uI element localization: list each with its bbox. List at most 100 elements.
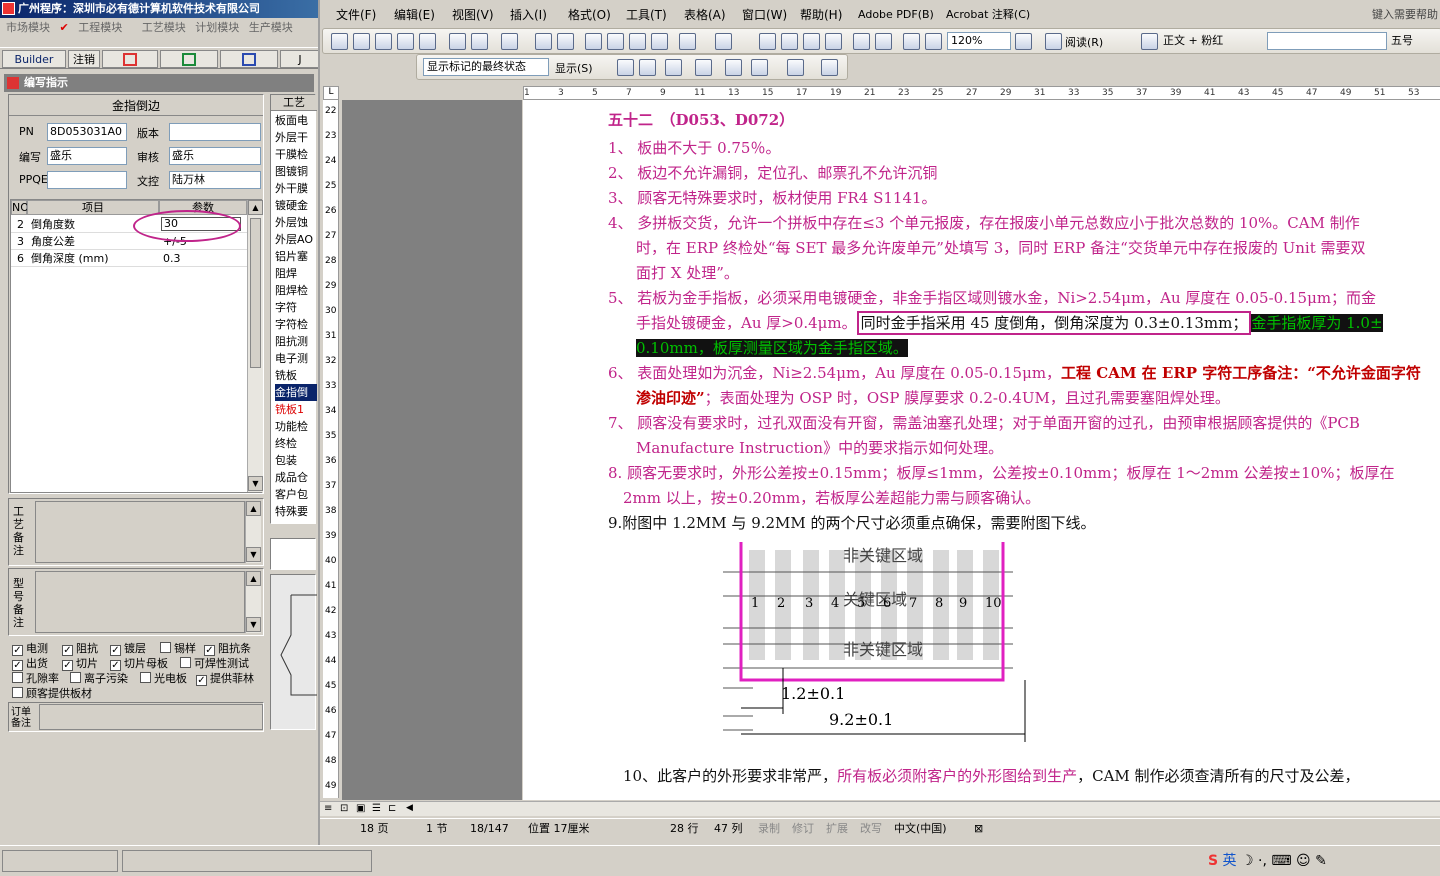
export-pdf-button[interactable] <box>102 50 158 68</box>
process-remark-field[interactable] <box>35 501 245 563</box>
checkbox-option[interactable]: ✓ 阻抗条 <box>204 640 251 656</box>
reject-change-icon[interactable] <box>695 59 712 76</box>
ime-user-icon[interactable]: ☺ <box>1296 853 1311 869</box>
process-item[interactable]: 外层AO <box>275 231 317 248</box>
process-item[interactable]: 成品仓 <box>275 469 317 486</box>
hyperlink-icon[interactable] <box>759 33 776 50</box>
menu-table[interactable]: 表格(A) <box>684 4 726 26</box>
remark-scrollbar[interactable]: ▲ ▼ <box>245 571 261 633</box>
checkbox-option[interactable]: 锡样 <box>160 640 196 656</box>
zoom-select[interactable]: 120% <box>947 32 1011 50</box>
checkbox-option[interactable]: 光电板 <box>140 670 187 686</box>
checkbox-option[interactable]: ✓ 阻抗 <box>62 640 98 656</box>
previous-change-icon[interactable] <box>617 59 634 76</box>
remark-scrollbar[interactable]: ▲ ▼ <box>245 501 261 563</box>
process-item[interactable]: 板面电 <box>275 112 317 129</box>
status-overtype[interactable]: 改写 <box>860 819 882 839</box>
process-item[interactable]: 铝片塞 <box>275 248 317 265</box>
checkbox-option[interactable]: ✓ 提供菲林 <box>196 670 254 686</box>
document-page[interactable]: 五十二 （D053、D072） 1、 板曲不大于 0.75％。 2、 板边不允许… <box>523 100 1440 800</box>
ime-bar[interactable]: S 英 ☽ ·, ⌨ ☺ ✎ <box>1208 850 1358 872</box>
ppqe-field[interactable] <box>47 171 127 189</box>
taskbar-slot-2[interactable] <box>122 850 372 872</box>
menu-insert[interactable]: 插入(I) <box>510 4 547 26</box>
redo-icon[interactable] <box>715 33 732 50</box>
more-toolbar-button[interactable]: J <box>280 50 318 68</box>
process-item[interactable]: 镀硬金 <box>275 197 317 214</box>
table-row[interactable]: 6 倒角深度 (mm) 0.3 <box>11 250 247 267</box>
export-word-button[interactable] <box>220 50 278 68</box>
reading-view-icon[interactable]: ⊏ <box>388 803 396 814</box>
menu-tools[interactable]: 工具(T) <box>626 4 667 26</box>
markup-view-select[interactable]: 显示标记的最终状态 <box>423 58 549 76</box>
ime-punct-icon[interactable]: ·, <box>1258 853 1267 869</box>
styles-icon[interactable] <box>1141 33 1158 50</box>
menu-format[interactable]: 格式(O) <box>568 4 611 26</box>
normal-view-icon[interactable]: ≡ <box>324 803 332 814</box>
spelling-status-icon[interactable]: ⊠ <box>974 819 983 839</box>
insert-excel-icon[interactable] <box>825 33 842 50</box>
read-mode-icon[interactable] <box>1045 33 1062 50</box>
font-size-select[interactable]: 五号 <box>1391 32 1440 50</box>
status-track[interactable]: 修订 <box>792 819 814 839</box>
version-field[interactable] <box>169 123 261 141</box>
menu-market-module[interactable]: 市场模块 <box>6 21 50 34</box>
print-preview-icon[interactable] <box>471 33 488 50</box>
order-remark-field[interactable] <box>39 704 263 730</box>
permission-icon[interactable] <box>397 33 414 50</box>
checkbox-box-icon[interactable] <box>70 672 81 683</box>
process-item[interactable]: 包装 <box>275 452 317 469</box>
process-item[interactable]: 外层干 <box>275 129 317 146</box>
checkbox-option[interactable]: ✓ 电测 <box>12 640 48 656</box>
status-record[interactable]: 录制 <box>758 819 780 839</box>
menu-engineering-module[interactable]: ✔ 工程模块 <box>60 21 123 34</box>
accept-change-icon[interactable] <box>665 59 682 76</box>
tab-selector[interactable]: L <box>323 86 339 100</box>
process-item[interactable]: 阻抗测 <box>275 333 317 350</box>
checkbox-box-icon[interactable] <box>140 672 151 683</box>
scroll-up-arrow-icon[interactable]: ▲ <box>246 571 261 586</box>
menu-view[interactable]: 视图(V) <box>452 4 494 26</box>
cut-icon[interactable] <box>585 33 602 50</box>
scroll-down-arrow-icon[interactable]: ▼ <box>246 617 261 632</box>
print-icon[interactable] <box>449 33 466 50</box>
tables-borders-icon[interactable] <box>781 33 798 50</box>
checkbox-option[interactable]: 离子污染 <box>70 670 128 686</box>
ime-tools-icon[interactable]: ✎ <box>1315 853 1327 869</box>
reviewing-pane-icon[interactable] <box>821 59 838 76</box>
scroll-up-arrow-icon[interactable]: ▲ <box>248 200 263 215</box>
next-change-icon[interactable] <box>639 59 656 76</box>
doc-control-field[interactable]: 陆万林 <box>169 171 261 189</box>
process-item[interactable]: 电子测 <box>275 350 317 367</box>
scroll-thumb[interactable] <box>250 218 261 368</box>
process-item[interactable]: 干膜检 <box>275 146 317 163</box>
print-view-icon[interactable]: ▣ <box>356 803 365 814</box>
process-item[interactable]: 字符检 <box>275 316 317 333</box>
process-item[interactable]: 铣板 <box>275 367 317 384</box>
process-item[interactable]: 字符 <box>275 299 317 316</box>
show-hide-icon[interactable] <box>925 33 942 50</box>
process-item[interactable]: 客户包 <box>275 486 317 503</box>
status-extend[interactable]: 扩展 <box>826 819 848 839</box>
document-map-icon[interactable] <box>903 33 920 50</box>
checkbox-option[interactable]: ✓ 出货 <box>12 655 48 671</box>
menu-production-module[interactable]: 生产模块 <box>249 21 293 34</box>
checkbox-option[interactable]: ✓ 镀层 <box>110 640 146 656</box>
show-markup-button[interactable]: 显示(S) <box>555 60 593 76</box>
menu-window[interactable]: 窗口(W) <box>742 4 787 26</box>
scroll-down-arrow-icon[interactable]: ▼ <box>246 547 261 562</box>
ime-keyboard-icon[interactable]: ⌨ <box>1271 853 1291 869</box>
help-icon[interactable] <box>1015 33 1032 50</box>
ime-language[interactable]: 英 <box>1223 853 1237 869</box>
checkbox-box-icon[interactable] <box>180 657 191 668</box>
process-item[interactable]: 外干膜 <box>275 180 317 197</box>
pn-field[interactable]: 8D053031A0 <box>47 123 127 141</box>
horizontal-ruler[interactable]: 1 3 5 7 9 11 13 15 17 19 21 23 25 27 29 31 33 35 37 39 41 43 4… <box>523 86 1440 100</box>
style-select[interactable]: 正文 + 粉红 <box>1163 32 1263 50</box>
menu-acrobat-comments[interactable]: Acrobat 注释(C) <box>946 4 1030 26</box>
outline-view-icon[interactable]: ☰ <box>372 803 381 814</box>
undo-icon[interactable] <box>679 33 696 50</box>
writer-field[interactable]: 盛乐 <box>47 147 127 165</box>
process-item[interactable]: 阻焊 <box>275 265 317 282</box>
insert-table-icon[interactable] <box>803 33 820 50</box>
